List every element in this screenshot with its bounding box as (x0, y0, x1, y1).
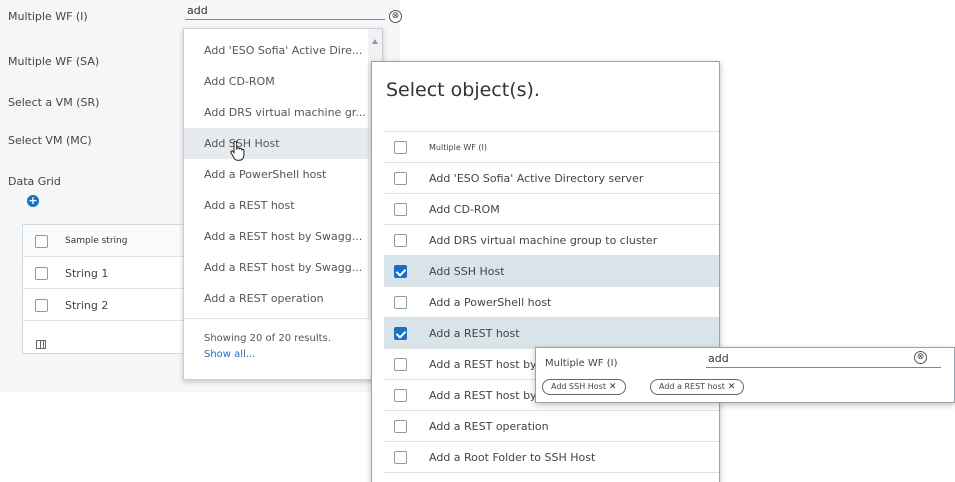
row-label: Add SSH Host (429, 265, 505, 278)
remove-tag-icon[interactable]: ✕ (609, 382, 617, 392)
table-row[interactable]: Add 'ESO Sofia' Active Directory server (384, 162, 719, 193)
tag-label: Add SSH Host (551, 382, 606, 391)
dialog-title: Select object(s). (386, 79, 540, 101)
multiple-wf-search-input[interactable] (185, 2, 385, 20)
dropdown-option[interactable]: Add 'ESO Sofia' Active Dire... (184, 35, 370, 66)
show-all-link[interactable]: Show all... (204, 349, 255, 360)
cell-string: String 1 (65, 267, 109, 280)
row-checkbox[interactable] (394, 327, 407, 340)
column-header-sample-string: Sample string (65, 236, 128, 246)
row-label: Add a REST operation (429, 420, 549, 433)
column-toggle-icon[interactable] (36, 340, 46, 349)
table-row[interactable]: Add a PowerShell host (384, 286, 719, 317)
row-checkbox[interactable] (394, 296, 407, 309)
field-label-multiple-wf-sa: Multiple WF (SA) (8, 55, 100, 68)
field-label-multiple-wf-i: Multiple WF (I) (8, 10, 88, 23)
row-checkbox[interactable] (35, 267, 48, 280)
row-label: Add CD-ROM (429, 203, 500, 216)
field-label-select-vm-sr: Select a VM (SR) (8, 96, 100, 109)
add-row-icon[interactable]: + (27, 195, 39, 207)
cell-string: String 2 (65, 299, 109, 312)
dropdown-option[interactable]: Add a PowerShell host (184, 159, 370, 190)
row-checkbox[interactable] (394, 234, 407, 247)
row-checkbox[interactable] (394, 451, 407, 464)
data-grid: Sample string String 1 String 2 (22, 224, 202, 354)
dropdown-option[interactable]: Add a REST host by Swagg... (184, 221, 370, 252)
select-objects-dialog: Select object(s). Multiple WF (I) Add 'E… (371, 61, 720, 482)
row-checkbox[interactable] (394, 172, 407, 185)
scroll-up-icon[interactable] (372, 39, 378, 44)
autocomplete-dropdown: Add 'ESO Sofia' Active Dire... Add CD-RO… (183, 28, 383, 380)
row-checkbox[interactable] (394, 203, 407, 216)
dropdown-option[interactable]: Add CD-ROM (184, 66, 370, 97)
row-checkbox[interactable] (394, 358, 407, 371)
row-label: Add a REST host by (429, 389, 537, 402)
column-header-multiple-wf: Multiple WF (I) (429, 143, 487, 152)
dropdown-divider (184, 318, 382, 319)
row-label: Add DRS virtual machine group to cluster (429, 234, 658, 247)
row-checkbox[interactable] (35, 299, 48, 312)
dropdown-option-hovered[interactable]: Add SSH Host (184, 128, 370, 159)
dropdown-option[interactable]: Add a REST host by Swagg... (184, 252, 370, 283)
tag-label: Add a REST host (659, 382, 725, 391)
selected-tag-add-ssh-host: Add SSH Host ✕ (542, 379, 626, 395)
table-row[interactable]: Add a Root Folder to SSH Host (384, 441, 719, 472)
table-row[interactable]: Add CD-ROM (384, 193, 719, 224)
selected-values-field: Multiple WF (I) ⊗ Add SSH Host✕ Add a RE… (535, 347, 955, 403)
field-label-multiple-wf-i: Multiple WF (I) (545, 358, 618, 369)
multiple-wf-search-input[interactable] (706, 350, 941, 368)
table-row[interactable]: Add a SOAP host (384, 472, 719, 482)
hand-cursor-icon (230, 141, 245, 161)
remove-tag-icon[interactable]: ✕ (728, 382, 736, 392)
select-all-checkbox[interactable] (394, 141, 407, 154)
dropdown-option[interactable]: Add a REST host (184, 190, 370, 221)
table-row[interactable]: Add SSH Host (384, 255, 719, 286)
grid-header-row: Sample string (23, 225, 201, 257)
table-row[interactable]: Add a REST operation (384, 410, 719, 441)
dropdown-option[interactable]: Add a REST operation (184, 283, 370, 314)
results-count: Showing 20 of 20 results. (204, 333, 331, 344)
row-checkbox[interactable] (394, 265, 407, 278)
clear-search-icon[interactable]: ⊗ (389, 10, 402, 23)
select-all-checkbox[interactable] (35, 235, 48, 248)
row-label: Add a REST host by (429, 358, 537, 371)
table-row: String 2 (23, 289, 201, 321)
table-row[interactable]: Add DRS virtual machine group to cluster (384, 224, 719, 255)
row-label: Add a Root Folder to SSH Host (429, 451, 596, 464)
row-checkbox[interactable] (394, 420, 407, 433)
table-row[interactable]: Add a REST host (384, 317, 719, 348)
table-row: String 1 (23, 257, 201, 289)
dialog-grid-header: Multiple WF (I) (384, 131, 719, 162)
clear-search-icon[interactable]: ⊗ (914, 351, 927, 364)
field-label-select-vm-mc: Select VM (MC) (8, 134, 92, 147)
row-checkbox[interactable] (394, 389, 407, 402)
field-label-data-grid: Data Grid (8, 175, 61, 188)
row-label: Add 'ESO Sofia' Active Directory server (429, 172, 644, 185)
dropdown-option[interactable]: Add DRS virtual machine gr... (184, 97, 370, 128)
selected-tag-add-a-rest-host: Add a REST host ✕ (650, 379, 745, 395)
row-label: Add a REST host (429, 327, 520, 340)
row-label: Add a PowerShell host (429, 296, 552, 309)
